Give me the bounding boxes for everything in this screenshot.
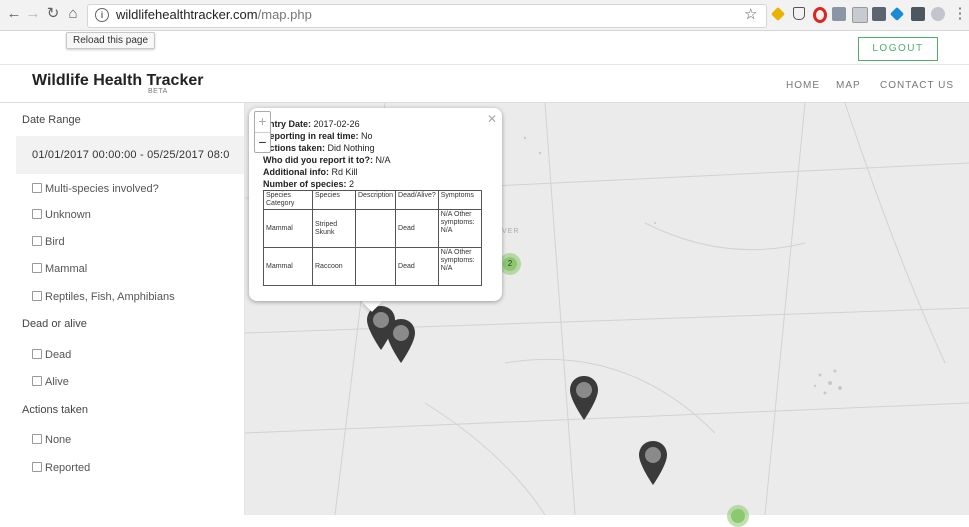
menu-dots-icon[interactable]: ⋮: [952, 6, 968, 22]
back-icon[interactable]: ←: [6, 6, 22, 22]
table-cell: Mammal: [263, 209, 313, 248]
date-range-input[interactable]: 01/01/2017 00:00:00 - 05/25/2017 08:0: [16, 136, 244, 174]
extension-dropbox-icon[interactable]: [889, 6, 905, 22]
extension-shield-icon[interactable]: [793, 7, 805, 20]
bookmark-star-icon[interactable]: ☆: [744, 5, 757, 23]
table-cell: Dead: [395, 247, 439, 286]
actions-taken-title: Actions taken: [22, 404, 89, 416]
table-header-cell: Symptoms: [437, 190, 482, 210]
marker-cluster[interactable]: [727, 505, 749, 527]
table-row: Mammal Raccoon Dead N/A Other symptoms: …: [263, 247, 482, 286]
map-pin-marker[interactable]: [638, 440, 668, 486]
extension-opera-icon[interactable]: [813, 7, 827, 23]
table-header-cell: Dead/Alive?: [395, 190, 439, 210]
zoom-in-button[interactable]: +: [255, 112, 270, 133]
url-text: wildlifehealthtracker.com/map.php: [116, 7, 312, 22]
checkbox-unknown[interactable]: Unknown: [32, 209, 91, 221]
table-cell: Striped Skunk: [312, 209, 356, 248]
table-cell: Mammal: [263, 247, 313, 286]
nav-map[interactable]: MAP: [836, 80, 861, 91]
map-pin-marker[interactable]: [569, 375, 599, 421]
table-cell: N/A Other symptoms: N/A: [437, 209, 482, 248]
checkbox-reported[interactable]: Reported: [32, 462, 90, 474]
extension-box-icon[interactable]: [832, 7, 846, 21]
table-cell: N/A Other symptoms: N/A: [437, 247, 482, 286]
checkbox-multi-species[interactable]: Multi-species involved?: [32, 183, 159, 195]
reload-icon[interactable]: ↻: [45, 6, 61, 22]
table-row: Mammal Striped Skunk Dead N/A Other symp…: [263, 209, 482, 248]
table-header-cell: Species: [312, 190, 356, 210]
table-header-cell: Species Category: [263, 190, 313, 210]
table-cell: [354, 247, 397, 286]
date-range-title: Date Range: [22, 114, 81, 126]
logout-button[interactable]: LOGOUT: [858, 37, 938, 61]
dead-or-alive-title: Dead or alive: [22, 318, 87, 330]
species-table: Species Category Species Description Dea…: [263, 190, 482, 286]
filter-sidebar: Date Range 01/01/2017 00:00:00 - 05/25/2…: [0, 103, 245, 515]
table-header-cell: Description: [354, 190, 397, 210]
checkbox-bird[interactable]: Bird: [32, 236, 65, 248]
checkbox-mammal[interactable]: Mammal: [32, 263, 87, 275]
divider: [0, 64, 969, 65]
nav-contact-us[interactable]: CONTACT US: [880, 80, 954, 91]
checkbox-dead[interactable]: Dead: [32, 349, 71, 361]
browser-toolbar: ← → ↻ ⌂ i wildlifehealthtracker.com/map.…: [0, 0, 969, 31]
table-cell: Dead: [395, 209, 439, 248]
table-cell: [354, 209, 397, 248]
site-info-icon[interactable]: i: [95, 8, 109, 22]
entry-date-line: Entry Date: 2017-02-26: [263, 119, 360, 129]
brand-title[interactable]: Wildlife Health Tracker: [32, 72, 203, 90]
nav-home[interactable]: HOME: [786, 80, 820, 91]
forward-icon[interactable]: →: [25, 6, 41, 22]
table-cell: Raccoon: [312, 247, 356, 286]
address-bar[interactable]: i wildlifehealthtracker.com/map.php: [87, 4, 767, 28]
number-of-species-line: Number of species: 2: [263, 179, 355, 189]
map-pin-marker[interactable]: [386, 318, 416, 364]
reported-to-line: Who did you report it to?: N/A: [263, 155, 391, 165]
checkbox-alive[interactable]: Alive: [32, 376, 69, 388]
beta-label: BETA: [148, 88, 168, 95]
zoom-out-button[interactable]: −: [255, 133, 270, 153]
extension-pocket-icon[interactable]: [911, 7, 925, 21]
extension-doc-icon[interactable]: [852, 7, 868, 23]
actions-line: Actions taken: Did Nothing: [263, 143, 375, 153]
extension-grey-icon[interactable]: [931, 7, 945, 21]
checkbox-reptiles-fish-amphibians[interactable]: Reptiles, Fish, Amphibians: [32, 291, 175, 303]
map-zoom-control: + −: [254, 111, 271, 153]
home-icon[interactable]: ⌂: [65, 6, 81, 22]
table-header-row: Species Category Species Description Dea…: [263, 190, 482, 210]
additional-info-line: Additional info: Rd Kill: [263, 167, 358, 177]
map-place-label: VER: [502, 228, 520, 235]
reload-tooltip: Reload this page: [66, 32, 156, 49]
checkbox-none[interactable]: None: [32, 434, 71, 446]
close-icon[interactable]: ✕: [487, 112, 497, 126]
extension-dark-icon[interactable]: [872, 7, 886, 21]
realtime-line: Reporting in real time: No: [263, 131, 373, 141]
marker-cluster[interactable]: 2: [499, 253, 521, 275]
extension-pen-icon[interactable]: [770, 6, 786, 22]
